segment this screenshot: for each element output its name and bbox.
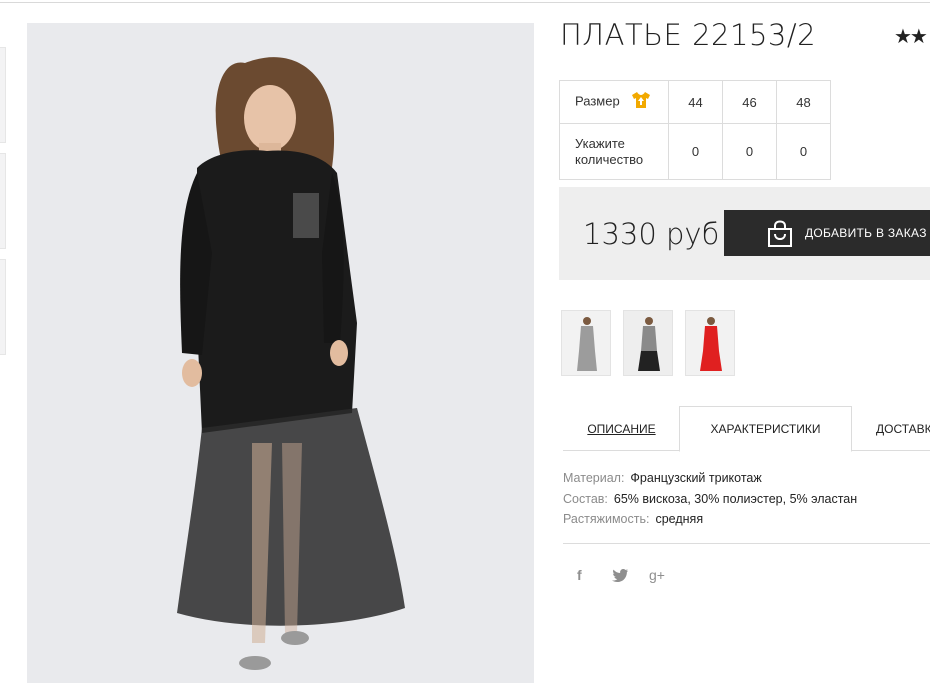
add-to-order-label: ДОБАВИТЬ В ЗАКАЗ xyxy=(805,226,927,240)
size-48[interactable]: 48 xyxy=(776,80,831,124)
spec-key: Растяжимость: xyxy=(563,512,650,526)
add-to-order-button[interactable]: ДОБАВИТЬ В ЗАКАЗ xyxy=(724,210,930,256)
spec-key: Состав: xyxy=(563,491,608,506)
size-label-cell: Размер xyxy=(559,80,669,124)
size-row: Размер 44 46 48 xyxy=(559,80,831,124)
gallery-thumb-3[interactable] xyxy=(0,259,6,355)
variant-thumb-grey-black[interactable] xyxy=(623,310,673,376)
size-46[interactable]: 46 xyxy=(722,80,777,124)
tab-delivery[interactable]: ДОСТАВКА xyxy=(852,406,930,451)
variant-thumb-red[interactable] xyxy=(685,310,735,376)
product-title: ПЛАТЬЕ 22153/2 xyxy=(560,18,817,52)
spec-row: Состав: 65% вискоза, 30% полиэстер, 5% эл… xyxy=(563,489,857,510)
size-quantity-table: Размер 44 46 48 Укажите количество 0 0 0 xyxy=(559,80,831,180)
characteristics-list: Материал: Французский трикотаж Состав: 65%… xyxy=(563,468,857,530)
dress-model-illustration xyxy=(27,23,534,683)
variant-thumb-grey[interactable] xyxy=(561,310,611,376)
top-divider xyxy=(0,2,930,3)
quantity-input-48[interactable]: 0 xyxy=(776,123,831,180)
price-panel: 1330 руб ДОБАВИТЬ В ЗАКАЗ xyxy=(559,187,930,280)
tab-description[interactable]: ОПИСАНИЕ xyxy=(563,406,680,451)
tab-characteristics[interactable]: ХАРАКТЕРИСТИКИ xyxy=(679,406,852,452)
quantity-input-46[interactable]: 0 xyxy=(722,123,777,180)
quantity-row: Укажите количество 0 0 0 xyxy=(559,123,831,180)
rating-stars[interactable]: ★★ xyxy=(894,24,928,49)
google-plus-icon[interactable]: g+ xyxy=(649,567,665,583)
spec-key: Материал: xyxy=(563,471,625,485)
product-main-image[interactable] xyxy=(27,23,534,683)
gallery-thumb-2[interactable] xyxy=(0,153,6,249)
facebook-icon[interactable]: f xyxy=(577,567,582,583)
shopping-bag-icon xyxy=(766,220,794,251)
spec-value: 65% вискоза, 30% полиэстер, 5% эластан xyxy=(613,491,858,506)
spec-value: Французский трикотаж xyxy=(630,471,762,485)
gallery-thumb-1[interactable] xyxy=(0,47,6,143)
quantity-label-line2: количество xyxy=(575,151,644,167)
size-label: Размер xyxy=(575,93,620,109)
quantity-input-44[interactable]: 0 xyxy=(668,123,723,180)
tshirt-up-icon[interactable] xyxy=(631,91,651,113)
quantity-label-line1: Укажите xyxy=(575,135,625,151)
twitter-icon[interactable] xyxy=(612,569,628,585)
price-value: 1330 руб xyxy=(583,217,720,251)
quantity-label-cell: Укажите количество xyxy=(559,123,669,180)
spec-value: средняя xyxy=(655,512,704,526)
specs-divider xyxy=(563,543,930,544)
spec-row: Материал: Французский трикотаж xyxy=(563,468,857,489)
size-44[interactable]: 44 xyxy=(668,80,723,124)
spec-row: Растяжимость: средняя xyxy=(563,509,857,530)
